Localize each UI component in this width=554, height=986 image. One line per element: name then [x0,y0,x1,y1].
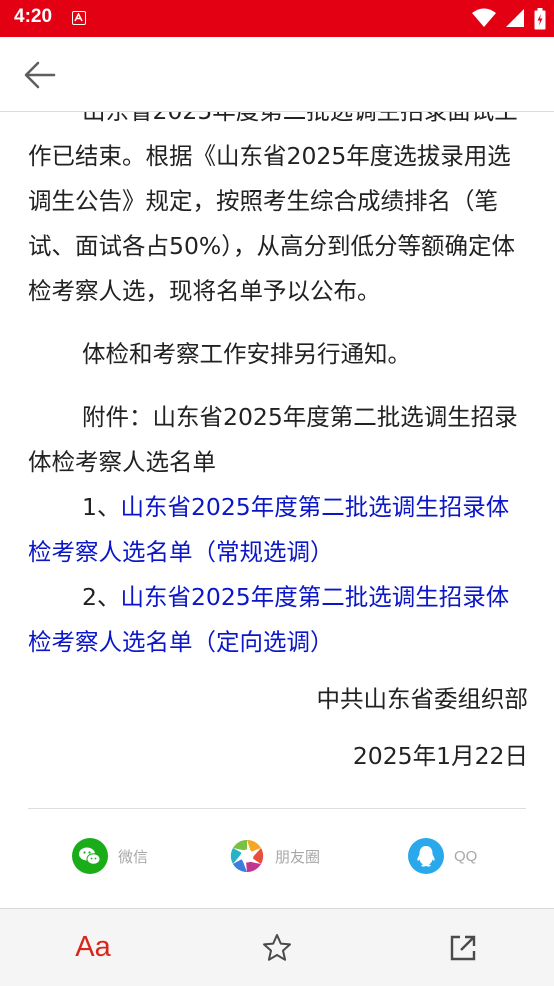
bottom-toolbar: Aa [0,908,554,986]
attachment-caption: 附件：山东省2025年度第二批选调生招录体检考察人选名单 [28,403,518,476]
share-label: 朋友圈 [275,848,321,866]
article-paragraph-notice: 体检和考察工作安排另行通知。 [82,340,411,368]
attachment-item-targeted: 2、山东省2025年度第二批选调生招录体检考察人选名单（定向选调） [28,575,528,665]
back-button[interactable] [20,55,60,95]
share-external-button[interactable] [440,909,486,986]
cell-signal-icon [505,9,524,27]
status-bar: 4:20 [0,0,554,37]
wechat-icon [72,838,108,874]
arrow-left-icon [24,61,56,89]
signature-organization: 中共山东省委组织部 [316,685,529,713]
favorite-button[interactable] [254,909,300,986]
share-wechat-button[interactable]: 微信 [72,830,148,882]
star-icon [263,933,291,961]
top-bar [0,37,554,112]
status-time: 4:20 [14,6,53,27]
system-icons [468,8,546,30]
battery-icon [534,8,546,30]
share-label: 微信 [118,848,149,866]
article-paragraph-intro: 山东省2025年度第二批选调生招录面试工作已结束。根据《山东省2025年度选拔录… [28,111,518,305]
share-moments-button[interactable]: 朋友圈 [229,830,320,882]
share-qq-button[interactable]: QQ [408,830,477,882]
share-label: QQ [454,847,478,865]
share-row: 微信 朋友圈 QQ [0,830,554,882]
qq-icon [408,838,444,874]
attachment-item-regular: 1、山东省2025年度第二批选调生招录体检考察人选名单（常规选调） [28,485,528,575]
font-size-button[interactable]: Aa [68,909,118,986]
signature-date: 2025年1月22日 [352,742,528,770]
app-notification-icon [72,11,86,25]
wifi-icon [471,8,496,27]
attachment-index: 2、 [82,583,121,611]
article-body: 山东省2025年度第二批选调生招录面试工作已结束。根据《山东省2025年度选拔录… [0,111,554,908]
share-divider [28,808,526,809]
moments-icon [229,838,265,874]
article-content: 山东省2025年度第二批选调生招录面试工作已结束。根据《山东省2025年度选拔录… [28,111,528,779]
share-external-icon [450,935,476,960]
attachment-index: 1、 [82,493,121,521]
